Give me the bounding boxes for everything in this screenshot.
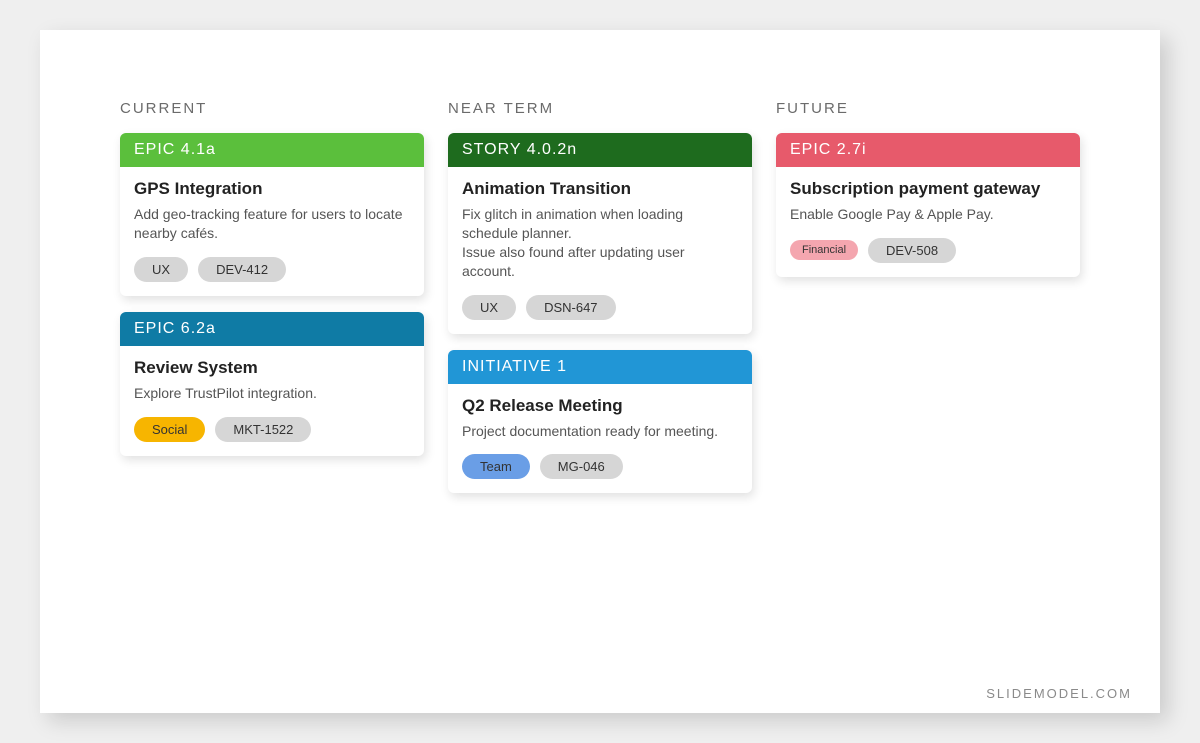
- columns-container: CURRENT EPIC 4.1a GPS Integration Add ge…: [120, 100, 1080, 509]
- card-title: Q2 Release Meeting: [462, 396, 738, 416]
- column-current: CURRENT EPIC 4.1a GPS Integration Add ge…: [120, 100, 424, 509]
- card-epic-4-1a[interactable]: EPIC 4.1a GPS Integration Add geo-tracki…: [120, 133, 424, 296]
- card-title: Animation Transition: [462, 179, 738, 199]
- card-header: EPIC 2.7i: [776, 133, 1080, 167]
- card-description: Project documentation ready for meeting.: [462, 422, 738, 441]
- card-title: Subscription payment gateway: [790, 179, 1066, 199]
- card-body: GPS Integration Add geo-tracking feature…: [120, 167, 424, 296]
- tag-team[interactable]: Team: [462, 454, 530, 479]
- column-header: FUTURE: [776, 100, 1080, 117]
- card-header: EPIC 4.1a: [120, 133, 424, 167]
- tag-financial[interactable]: Financial: [790, 240, 858, 260]
- card-description: Enable Google Pay & Apple Pay.: [790, 205, 1066, 224]
- tag-dev-508[interactable]: DEV-508: [868, 238, 956, 263]
- card-initiative-1[interactable]: INITIATIVE 1 Q2 Release Meeting Project …: [448, 350, 752, 494]
- column-header: CURRENT: [120, 100, 424, 117]
- card-body: Review System Explore TrustPilot integra…: [120, 346, 424, 456]
- card-story-4-0-2n[interactable]: STORY 4.0.2n Animation Transition Fix gl…: [448, 133, 752, 334]
- tag-row: Social MKT-1522: [134, 417, 410, 442]
- card-title: Review System: [134, 358, 410, 378]
- slide-canvas: CURRENT EPIC 4.1a GPS Integration Add ge…: [40, 30, 1160, 713]
- tag-social[interactable]: Social: [134, 417, 205, 442]
- card-header: EPIC 6.2a: [120, 312, 424, 346]
- card-description: Add geo-tracking feature for users to lo…: [134, 205, 410, 243]
- card-header: STORY 4.0.2n: [448, 133, 752, 167]
- tag-dev-412[interactable]: DEV-412: [198, 257, 286, 282]
- tag-row: UX DSN-647: [462, 295, 738, 320]
- tag-row: Team MG-046: [462, 454, 738, 479]
- watermark: SLIDEMODEL.COM: [986, 686, 1132, 701]
- card-body: Subscription payment gateway Enable Goog…: [776, 167, 1080, 277]
- card-description: Explore TrustPilot integration.: [134, 384, 410, 403]
- card-header: INITIATIVE 1: [448, 350, 752, 384]
- card-epic-6-2a[interactable]: EPIC 6.2a Review System Explore TrustPil…: [120, 312, 424, 456]
- tag-mkt-1522[interactable]: MKT-1522: [215, 417, 311, 442]
- card-title: GPS Integration: [134, 179, 410, 199]
- tag-row: UX DEV-412: [134, 257, 410, 282]
- column-future: FUTURE EPIC 2.7i Subscription payment ga…: [776, 100, 1080, 509]
- card-description: Fix glitch in animation when loading sch…: [462, 205, 738, 281]
- tag-dsn-647[interactable]: DSN-647: [526, 295, 615, 320]
- column-near-term: NEAR TERM STORY 4.0.2n Animation Transit…: [448, 100, 752, 509]
- column-header: NEAR TERM: [448, 100, 752, 117]
- tag-row: Financial DEV-508: [790, 238, 1066, 263]
- tag-ux[interactable]: UX: [134, 257, 188, 282]
- tag-ux[interactable]: UX: [462, 295, 516, 320]
- card-body: Q2 Release Meeting Project documentation…: [448, 384, 752, 494]
- tag-mg-046[interactable]: MG-046: [540, 454, 623, 479]
- card-body: Animation Transition Fix glitch in anima…: [448, 167, 752, 334]
- card-epic-2-7i[interactable]: EPIC 2.7i Subscription payment gateway E…: [776, 133, 1080, 277]
